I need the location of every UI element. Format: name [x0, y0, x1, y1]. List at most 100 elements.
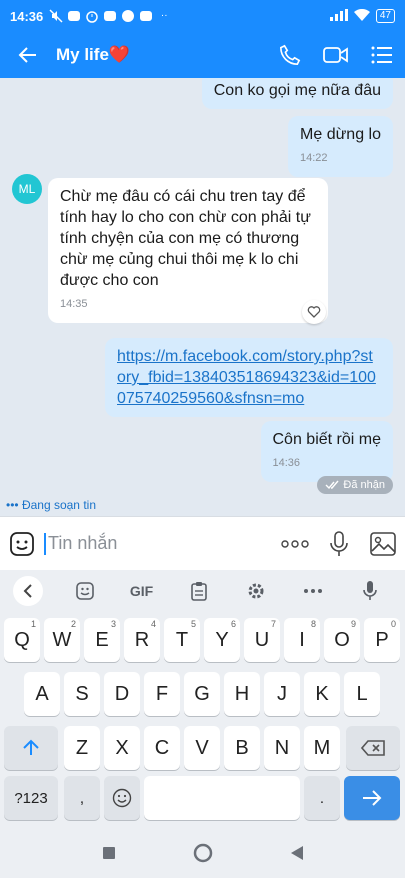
voice-call-button[interactable] — [267, 32, 313, 78]
keyboard-gif-button[interactable]: GIF — [120, 570, 163, 612]
shift-arrow-icon — [23, 739, 39, 755]
chat-title[interactable]: My life❤️ — [56, 45, 267, 65]
typing-dots-icon: ••• — [6, 498, 22, 512]
zalo-icon — [103, 9, 117, 23]
key-c[interactable]: C — [144, 726, 180, 770]
key-m[interactable]: M — [304, 726, 340, 770]
keyboard-back-button[interactable] — [6, 570, 49, 612]
avatar[interactable]: ML — [12, 174, 42, 204]
more-options-button[interactable] — [273, 517, 317, 571]
keyboard-settings-button[interactable] — [234, 570, 277, 612]
message-bubble[interactable]: Mẹ dừng lo 14:22 — [288, 116, 393, 177]
send-image-button[interactable] — [361, 517, 405, 571]
smiley-icon — [112, 788, 132, 808]
key-i[interactable]: 8I — [284, 618, 320, 662]
key-a[interactable]: A — [24, 672, 60, 716]
options-menu-button[interactable] — [359, 32, 405, 78]
key-p[interactable]: 0P — [364, 618, 400, 662]
typing-text: Đang soạn tin — [21, 498, 96, 512]
message-bubble[interactable]: Con ko gọi mẹ nữa đâu — [201, 78, 393, 109]
backspace-key[interactable] — [346, 726, 400, 770]
key-w[interactable]: 2W — [44, 618, 80, 662]
triangle-back-icon — [290, 846, 303, 860]
microphone-icon — [330, 530, 348, 556]
back-button[interactable] — [0, 32, 56, 78]
circle-icon — [193, 843, 212, 863]
message-bubble[interactable]: Côn biết rồi mẹ 14:36 — [260, 421, 393, 482]
comma-key[interactable]: , — [64, 776, 100, 820]
message-time: 14:35 — [60, 298, 88, 310]
keyboard-clipboard-button[interactable] — [177, 570, 220, 612]
voice-message-button[interactable] — [317, 517, 361, 571]
key-u[interactable]: 7U — [244, 618, 280, 662]
key-o[interactable]: 9O — [324, 618, 360, 662]
message-text: Côn biết rồi mẹ — [272, 431, 382, 448]
more-horizontal-icon — [281, 539, 309, 548]
sticker-icon — [75, 582, 94, 600]
key-g[interactable]: G — [184, 672, 220, 716]
double-check-icon — [325, 480, 339, 490]
message-text: Mẹ dừng lo — [300, 126, 381, 143]
message-bubble[interactable]: https://m.facebook.com/story.php?story_f… — [105, 338, 393, 417]
space-key[interactable] — [144, 776, 300, 820]
sticker-button[interactable] — [0, 517, 44, 571]
emoji-key[interactable] — [104, 776, 140, 820]
message-composer: Tin nhắn — [0, 516, 405, 570]
zalo-icon — [139, 9, 153, 23]
key-j[interactable]: J — [264, 672, 300, 716]
alarm-icon — [85, 9, 99, 23]
reaction-button[interactable] — [302, 300, 326, 324]
key-d[interactable]: D — [104, 672, 140, 716]
keyboard-sticker-button[interactable] — [63, 570, 106, 612]
zalo-icon — [67, 9, 81, 23]
system-back-button[interactable] — [285, 841, 309, 865]
mute-icon — [49, 9, 63, 23]
key-v[interactable]: V — [184, 726, 220, 770]
key-k[interactable]: K — [304, 672, 340, 716]
key-n[interactable]: N — [264, 726, 300, 770]
keyboard-more-button[interactable] — [291, 570, 334, 612]
image-icon — [370, 531, 396, 556]
key-y[interactable]: 6Y — [204, 618, 240, 662]
delivery-status-badge: Đã nhận — [317, 476, 393, 494]
key-f[interactable]: F — [144, 672, 180, 716]
message-input-placeholder: Tin nhắn — [48, 533, 118, 553]
enter-key[interactable] — [344, 776, 400, 820]
message-list[interactable]: Con ko gọi mẹ nữa đâu Mẹ dừng lo 14:22 M… — [0, 78, 405, 516]
system-navigation-bar — [0, 828, 405, 878]
soft-keyboard: GIF 1Q 2W 3E 4R 5T 6Y 7U 8I 9O 0P A S D … — [0, 570, 405, 828]
period-key[interactable]: . — [304, 776, 340, 820]
key-l[interactable]: L — [344, 672, 380, 716]
chat-title-text: My life — [56, 45, 109, 64]
shift-key[interactable] — [4, 726, 58, 770]
phone-icon — [280, 44, 301, 65]
key-t[interactable]: 5T — [164, 618, 200, 662]
key-x[interactable]: X — [104, 726, 140, 770]
arrow-right-icon — [363, 790, 382, 806]
recent-apps-button[interactable] — [97, 841, 121, 865]
status-bar: 14:36 ·· 47 — [0, 0, 405, 32]
delivery-status-text: Đã nhận — [343, 479, 385, 491]
emoji-icon — [10, 531, 34, 556]
key-z[interactable]: Z — [64, 726, 100, 770]
keyboard-voice-button[interactable] — [348, 570, 391, 612]
key-b[interactable]: B — [224, 726, 260, 770]
video-call-button[interactable] — [313, 32, 359, 78]
key-e[interactable]: 3E — [84, 618, 120, 662]
clipboard-icon — [190, 582, 207, 601]
message-input[interactable]: Tin nhắn — [44, 517, 273, 571]
backspace-icon — [361, 740, 385, 756]
text-caret — [44, 532, 46, 555]
key-s[interactable]: S — [64, 672, 100, 716]
message-time: 14:36 — [272, 457, 301, 469]
key-r[interactable]: 4R — [124, 618, 160, 662]
message-text: Con ko gọi mẹ nữa đâu — [213, 82, 381, 99]
key-h[interactable]: H — [224, 672, 260, 716]
key-q[interactable]: 1Q — [4, 618, 40, 662]
message-bubble[interactable]: Chừ mẹ đâu có cái chu tren tay để tính h… — [48, 178, 328, 323]
home-button[interactable] — [191, 841, 215, 865]
keyboard-toolbar: GIF — [0, 570, 405, 612]
message-link[interactable]: https://m.facebook.com/story.php?story_f… — [117, 348, 376, 407]
symbols-key[interactable]: ?123 — [4, 776, 58, 820]
chevron-left-icon — [12, 576, 43, 606]
